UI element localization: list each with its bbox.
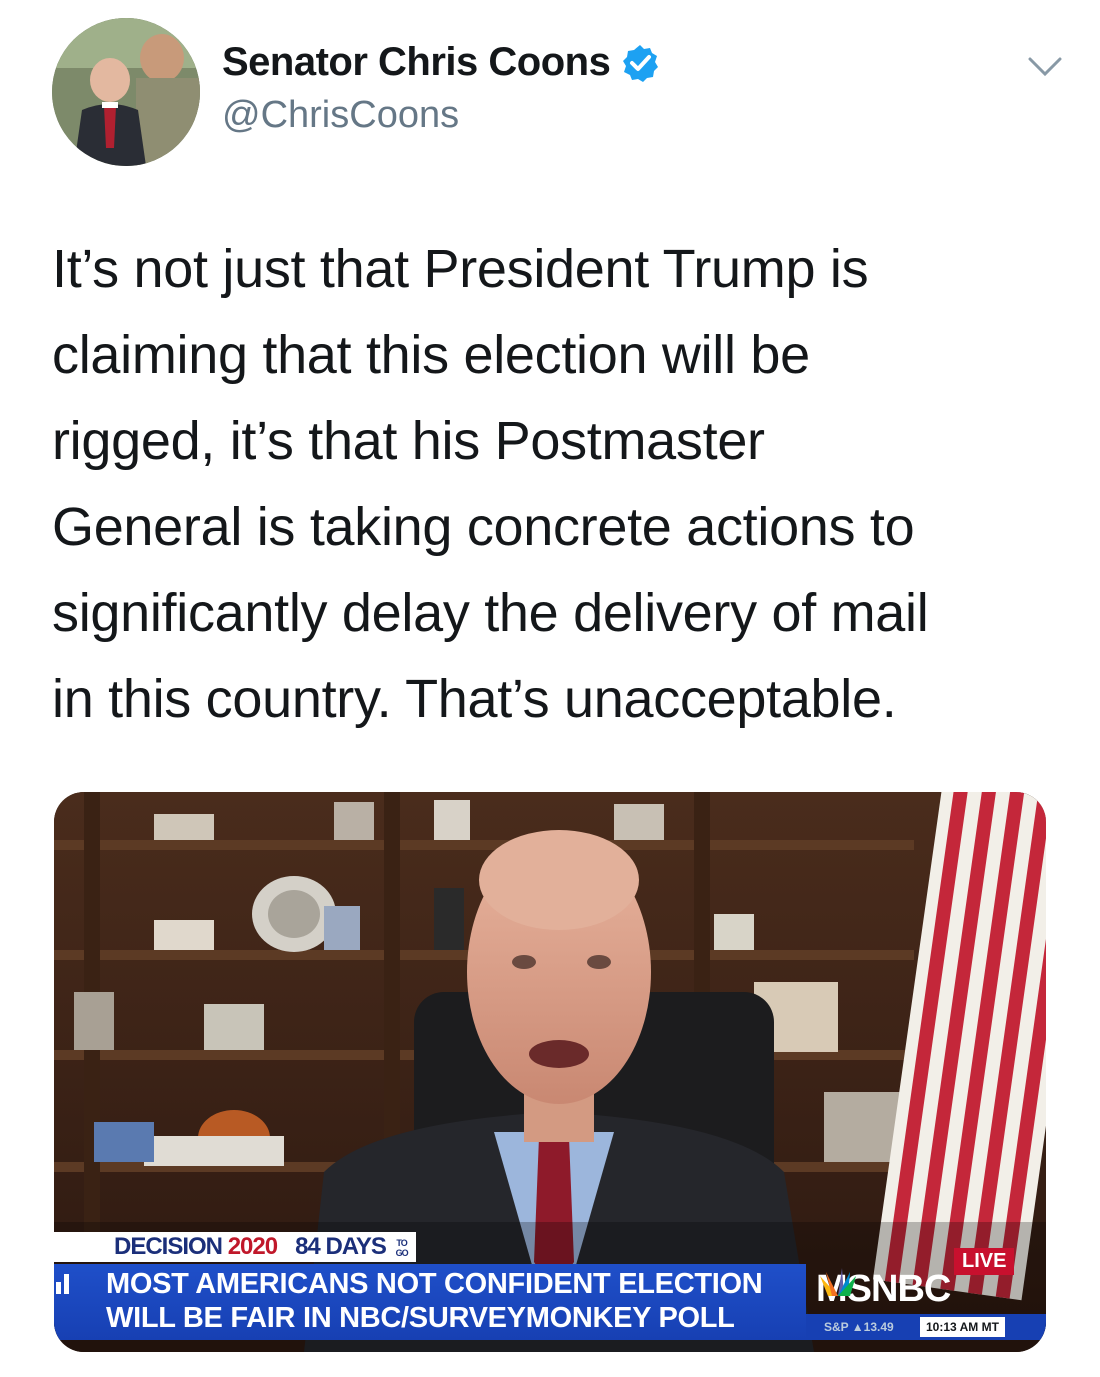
author-handle[interactable]: @ChrisCoons xyxy=(222,94,459,137)
tweet-text-line: It’s not just that President Trump is xyxy=(52,239,869,299)
decision-label: DECISION 2020 xyxy=(54,1232,288,1262)
tweet-text-line: rigged, it’s that his Postmaster xyxy=(52,411,765,471)
days-label: 84 DAYS xyxy=(295,1233,387,1260)
ticker: S&P ▲13.49 10:13 AM MT xyxy=(806,1314,1046,1340)
ticker-time: 10:13 AM MT xyxy=(920,1317,1005,1337)
headline-banner: MOST AMERICANS NOT CONFIDENT ELECTION WI… xyxy=(54,1264,806,1340)
live-badge: LIVE xyxy=(954,1248,1015,1275)
signal-bars-icon xyxy=(56,1274,69,1294)
verified-badge-icon xyxy=(623,44,659,82)
decision-banner: DECISION 2020 84 DAYS TO GO xyxy=(54,1232,416,1262)
author-row: Senator Chris Coons xyxy=(222,40,660,85)
tweet-text: It’s not just that President Trump is cl… xyxy=(52,226,1052,742)
avatar[interactable] xyxy=(52,18,200,166)
chevron-down-icon[interactable] xyxy=(1028,56,1062,78)
decision-text: DECISION xyxy=(114,1233,223,1260)
tweet-text-line: significantly delay the delivery of mail xyxy=(52,583,929,643)
network-logo: MSNBC xyxy=(816,1268,951,1311)
to-go-bottom: GO xyxy=(395,1247,409,1258)
tweet-header: Senator Chris Coons @ChrisCoons xyxy=(52,18,1062,168)
ticker-index: S&P ▲13.49 xyxy=(824,1320,894,1334)
tweet-text-line: in this country. That’s unacceptable. xyxy=(52,669,897,729)
to-go-top: TO xyxy=(396,1237,407,1248)
tweet-text-line: claiming that this election will be xyxy=(52,325,810,385)
video-media[interactable]: DECISION 2020 84 DAYS TO GO MOST AMERICA… xyxy=(54,792,1046,1352)
decision-year: 2020 xyxy=(227,1233,278,1260)
headline-line: WILL BE FAIR IN NBC/SURVEYMONKEY POLL xyxy=(106,1302,735,1334)
author-name[interactable]: Senator Chris Coons xyxy=(222,40,611,85)
peacock-icon xyxy=(820,1268,856,1296)
headline-line: MOST AMERICANS NOT CONFIDENT ELECTION xyxy=(106,1268,763,1300)
days-counter: 84 DAYS TO GO xyxy=(287,1232,416,1262)
to-go-label: TO GO xyxy=(395,1237,409,1258)
tweet-text-line: General is taking concrete actions to xyxy=(52,497,915,557)
